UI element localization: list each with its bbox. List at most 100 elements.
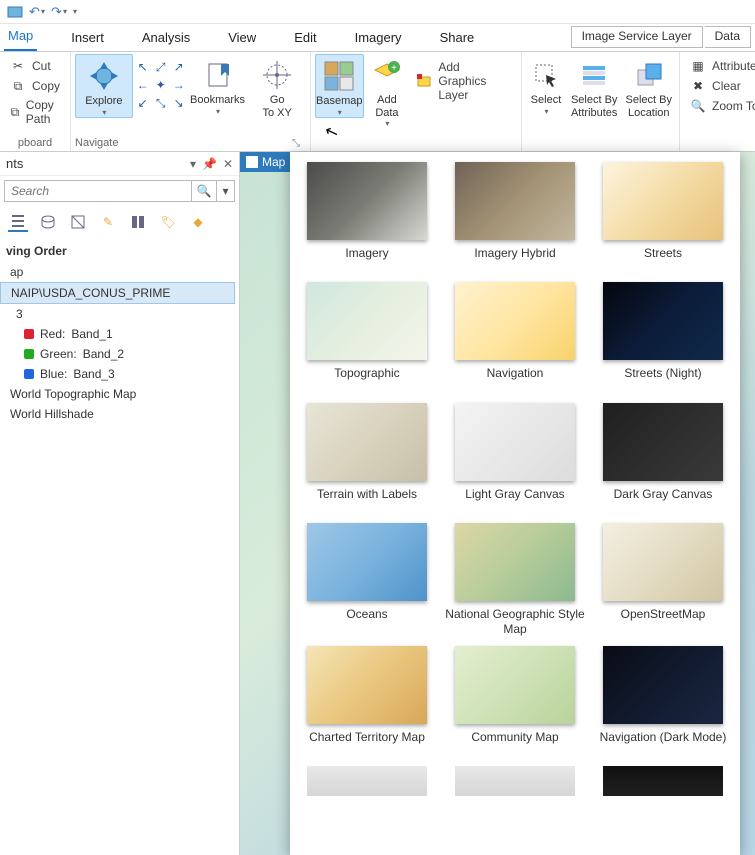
select-button[interactable]: Select▾ <box>526 54 566 116</box>
basemap-icon <box>322 59 356 93</box>
add-data-button[interactable]: + Add Data▾ <box>366 54 409 128</box>
basemap-thumb <box>455 282 575 360</box>
basemap-item-peek[interactable] <box>444 766 586 796</box>
redo-button[interactable]: ↷▾ <box>50 3 68 21</box>
band-label: Blue: <box>40 367 67 381</box>
panel-menu-caret[interactable]: ▾ <box>190 157 196 171</box>
basemap-label: Streets <box>644 246 682 272</box>
undo-button[interactable]: ↶▾ <box>28 3 46 21</box>
list-by-drawing-icon[interactable] <box>8 212 28 232</box>
list-by-snapping-icon[interactable] <box>128 212 148 232</box>
group-clipboard-label: pboard <box>4 136 66 151</box>
select-by-attributes-button[interactable]: Select By Attributes <box>568 54 621 119</box>
basemap-label: Charted Territory Map <box>309 730 425 756</box>
copy-button[interactable]: ⧉Copy <box>4 76 66 96</box>
basemap-thumb <box>455 766 575 796</box>
basemap-thumb <box>603 766 723 796</box>
clear-button[interactable]: ✖Clear <box>684 76 755 96</box>
basemap-item-peek[interactable] <box>592 766 734 796</box>
attributes-button[interactable]: ▦ Attributes <box>684 56 755 76</box>
basemap-item-peek[interactable] <box>296 766 438 796</box>
attributes-icon: ▦ <box>690 58 706 74</box>
qat-customize[interactable]: ▾ <box>73 7 77 16</box>
nav-arrow-grid[interactable]: ↖⤢↗ ←✦→ ↙⤡↘ <box>135 54 187 112</box>
zoom-to-label: Zoom To <box>712 99 755 113</box>
rgb-heading: 3 <box>0 304 235 324</box>
tab-share[interactable]: Share <box>436 26 479 51</box>
basemap-label: Oceans <box>346 607 387 633</box>
tab-view[interactable]: View <box>224 26 260 51</box>
explore-icon <box>87 59 121 93</box>
map-node[interactable]: ap <box>0 262 235 282</box>
tab-map[interactable]: Map <box>4 24 37 51</box>
band-value: Band_2 <box>83 347 124 361</box>
explore-label: Explore <box>85 95 122 108</box>
basemap-label: Topographic <box>334 366 399 392</box>
basemap-thumb <box>603 523 723 601</box>
basemap-item[interactable]: Imagery Hybrid <box>444 162 586 272</box>
add-graphics-layer-button[interactable]: Add Graphics Layer <box>410 54 517 104</box>
copy-label: Copy <box>32 79 60 93</box>
basemap-item[interactable]: Imagery <box>296 162 438 272</box>
panel-pin-icon[interactable]: 📌 <box>202 157 217 171</box>
search-input[interactable] <box>4 180 191 202</box>
panel-close-icon[interactable]: ✕ <box>223 157 233 171</box>
basemap-item[interactable]: Navigation (Dark Mode) <box>592 646 734 756</box>
basemap-item[interactable]: Terrain with Labels <box>296 403 438 513</box>
cut-button[interactable]: ✂Cut <box>4 56 66 76</box>
scissors-icon: ✂ <box>10 58 26 74</box>
basemap-item[interactable]: Streets <box>592 162 734 272</box>
basemap-item[interactable]: Light Gray Canvas <box>444 403 586 513</box>
basemap-label: Light Gray Canvas <box>465 487 564 513</box>
contents-toolbar: ✎ 🏷 ◆ <box>0 208 239 240</box>
basemap-thumb <box>455 403 575 481</box>
layer-naip[interactable]: NAIP\USDA_CONUS_PRIME <box>0 282 235 304</box>
basemap-item[interactable]: National Geographic Style Map <box>444 523 586 636</box>
list-by-labeling-icon[interactable]: 🏷 <box>158 212 178 232</box>
group-navigate-label: Navigate⤡ <box>75 136 306 151</box>
tab-edit[interactable]: Edit <box>290 26 320 51</box>
search-icon[interactable]: 🔍 <box>191 180 217 202</box>
basemap-item[interactable]: Oceans <box>296 523 438 636</box>
explore-button[interactable]: Explore▾ <box>75 54 133 118</box>
goto-icon <box>260 58 294 92</box>
copy-path-button[interactable]: ⧉Copy Path <box>4 96 66 128</box>
project-icon[interactable] <box>6 3 24 21</box>
list-by-editing-icon[interactable]: ✎ <box>98 212 118 232</box>
map-view[interactable]: Map ImageryImagery Hybrid Streets Topograp… <box>240 152 755 855</box>
basemap-item[interactable]: Charted Territory Map <box>296 646 438 756</box>
list-by-selection-icon[interactable] <box>68 212 88 232</box>
tab-analysis[interactable]: Analysis <box>138 26 194 51</box>
basemap-item[interactable]: OpenStreetMap <box>592 523 734 636</box>
basemap-thumb <box>307 766 427 796</box>
bookmarks-icon <box>201 58 235 92</box>
bookmarks-button[interactable]: Bookmarks▾ <box>189 54 247 116</box>
group-layer-label <box>315 148 517 151</box>
zoom-to-button[interactable]: 🔍Zoom To <box>684 96 755 116</box>
select-attr-label: Select By Attributes <box>571 94 617 119</box>
basemap-item[interactable]: Navigation <box>444 282 586 392</box>
basemap-item[interactable]: Dark Gray Canvas <box>592 403 734 513</box>
attributes-label: Attributes <box>712 59 755 73</box>
list-by-source-icon[interactable] <box>38 212 58 232</box>
search-dropdown[interactable]: ▾ <box>217 180 235 202</box>
basemap-label: Community Map <box>471 730 558 756</box>
drawing-order-heading: ving Order <box>0 240 235 262</box>
basemap-thumb <box>455 523 575 601</box>
context-tab-data[interactable]: Data <box>705 26 751 48</box>
map-tab-label: Map <box>262 155 285 169</box>
ribbon-tabs: Map Insert Analysis View Edit Imagery Sh… <box>0 24 755 52</box>
basemap-label: Basemap <box>316 95 362 108</box>
tab-imagery[interactable]: Imagery <box>351 26 406 51</box>
basemap-item[interactable]: Topographic <box>296 282 438 392</box>
goto-xy-button[interactable]: Go To XY <box>248 54 306 119</box>
basemap-button[interactable]: Basemap▾ <box>315 54 363 118</box>
basemap-item[interactable]: Streets (Night) <box>592 282 734 392</box>
layer-world-topo[interactable]: World Topographic Map <box>0 384 235 404</box>
layer-world-hillshade[interactable]: World Hillshade <box>0 404 235 424</box>
map-tab[interactable]: Map <box>240 152 295 172</box>
basemap-item[interactable]: Community Map <box>444 646 586 756</box>
select-by-location-button[interactable]: Select By Location <box>622 54 675 119</box>
list-by-perception-icon[interactable]: ◆ <box>188 212 208 232</box>
tab-insert[interactable]: Insert <box>67 26 108 51</box>
